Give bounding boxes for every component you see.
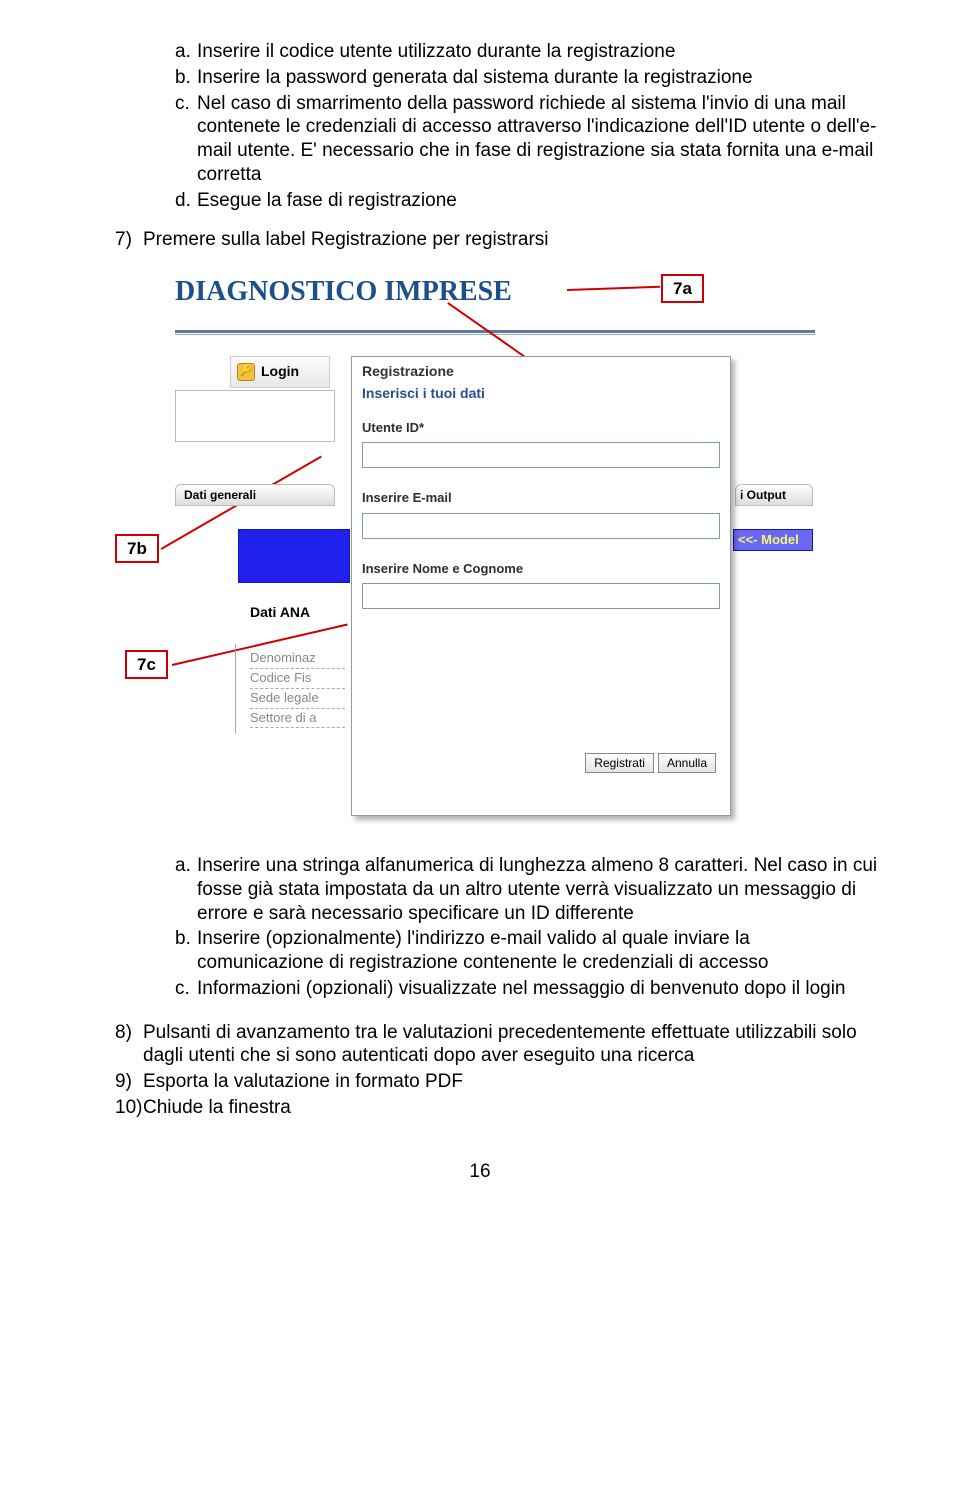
field-labels: Denominaz Codice Fis Sede legale Settore…	[250, 649, 345, 728]
app-title: DIAGNOSTICO IMPRESE	[175, 274, 512, 309]
list-marker: 10)	[115, 1096, 143, 1120]
sidebar-box	[175, 390, 335, 442]
dialog-subtitle: Inserisci i tuoi dati	[362, 385, 720, 403]
paragraph-text: Nel caso di smarrimento della password r…	[197, 92, 880, 187]
label-email: Inserire E-mail	[362, 490, 720, 506]
paragraph-text: Informazioni (opzionali) visualizzate ne…	[197, 977, 846, 1001]
leader-line	[567, 286, 660, 291]
field-label: Codice Fis	[250, 669, 345, 689]
paragraph-text: Chiude la finestra	[143, 1096, 291, 1120]
list-marker: a.	[175, 40, 197, 64]
embedded-screenshot: DIAGNOSTICO IMPRESE 7a 7b 7c 🔑 Login Dat…	[115, 274, 835, 834]
utente-id-input[interactable]	[362, 442, 720, 468]
callout-7b: 7b	[115, 534, 159, 563]
dialog-title: Registrazione	[362, 363, 720, 381]
field-label: Denominaz	[250, 649, 345, 669]
paragraph-text: Premere sulla label Registrazione per re…	[143, 228, 549, 252]
list-marker: 8)	[115, 1021, 143, 1069]
list-marker: d.	[175, 189, 197, 213]
paragraph-text: Esegue la fase di registrazione	[197, 189, 457, 213]
list-marker: b.	[175, 66, 197, 90]
list-marker: b.	[175, 927, 197, 975]
label-nome: Inserire Nome e Cognome	[362, 561, 720, 577]
list-marker: a.	[175, 854, 197, 925]
page-number: 16	[80, 1160, 880, 1184]
divider	[175, 330, 815, 333]
section-heading: Dati ANA	[250, 604, 310, 622]
callout-7a: 7a	[661, 274, 704, 303]
selected-panel	[238, 529, 350, 583]
nome-cognome-input[interactable]	[362, 583, 720, 609]
paragraph-text: Inserire il codice utente utilizzato dur…	[197, 40, 675, 64]
annulla-button[interactable]: Annulla	[658, 753, 716, 773]
paragraph-text: Inserire la password generata dal sistem…	[197, 66, 753, 90]
tab-output[interactable]: i Output	[735, 484, 813, 506]
key-icon: 🔑	[237, 363, 255, 381]
paragraph-text: Pulsanti di avanzamento tra le valutazio…	[143, 1021, 880, 1069]
field-label: Settore di a	[250, 709, 345, 729]
model-indicator: <<- Model	[733, 529, 813, 551]
list-marker: c.	[175, 977, 197, 1001]
divider	[235, 644, 236, 734]
email-input[interactable]	[362, 513, 720, 539]
paragraph-text: Inserire una stringa alfanumerica di lun…	[197, 854, 880, 925]
tab-dati-generali[interactable]: Dati generali	[175, 484, 335, 506]
label-utente-id: Utente ID*	[362, 420, 720, 436]
paragraph-text: Esporta la valutazione in formato PDF	[143, 1070, 463, 1094]
callout-7c: 7c	[125, 650, 168, 679]
field-label: Sede legale	[250, 689, 345, 709]
login-label: Login	[261, 363, 299, 381]
paragraph-text: Inserire (opzionalmente) l'indirizzo e-m…	[197, 927, 880, 975]
list-marker: 7)	[115, 228, 143, 252]
login-tab[interactable]: 🔑 Login	[230, 356, 330, 388]
registration-dialog: Registrazione Inserisci i tuoi dati Uten…	[351, 356, 731, 816]
list-marker: 9)	[115, 1070, 143, 1094]
list-marker: c.	[175, 92, 197, 187]
registrati-button[interactable]: Registrati	[585, 753, 654, 773]
